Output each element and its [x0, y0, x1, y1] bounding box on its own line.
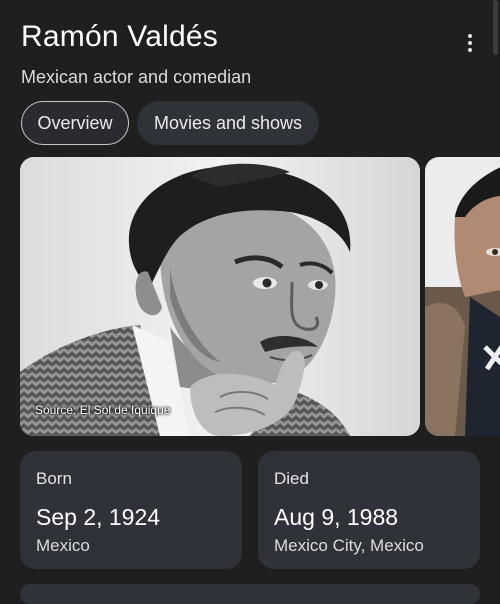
more-options-button[interactable] [462, 34, 478, 52]
died-label: Died [274, 469, 309, 488]
died-card[interactable]: Died Aug 9, 1988 Mexico City, Mexico [258, 451, 480, 569]
more-vert-icon-dot [468, 41, 472, 45]
portrait-photo-illustration [20, 157, 420, 436]
entity-title: Ramón Valdés [21, 20, 218, 53]
born-place: Mexico [36, 536, 90, 555]
entity-description: Mexican actor and comedian [21, 67, 252, 87]
born-card[interactable]: Born Sep 2, 1924 Mexico [20, 451, 242, 569]
tab-movies-and-shows[interactable]: Movies and shows [137, 101, 319, 145]
more-vert-icon-dot [468, 48, 472, 52]
secondary-portrait-image[interactable] [425, 157, 500, 436]
portrait-image[interactable]: Source: El Sol de Iquique [20, 157, 420, 436]
tab-overview[interactable]: Overview [21, 101, 129, 145]
image-source-caption: Source: El Sol de Iquique [35, 403, 171, 417]
next-card-peek[interactable] [20, 584, 480, 604]
page-scrollbar[interactable] [493, 0, 498, 55]
more-vert-icon [468, 34, 472, 38]
died-date: Aug 9, 1988 [274, 504, 399, 530]
secondary-photo-illustration [425, 157, 500, 436]
died-place: Mexico City, Mexico [274, 536, 424, 555]
born-date: Sep 2, 1924 [36, 504, 161, 530]
born-label: Born [36, 469, 72, 488]
